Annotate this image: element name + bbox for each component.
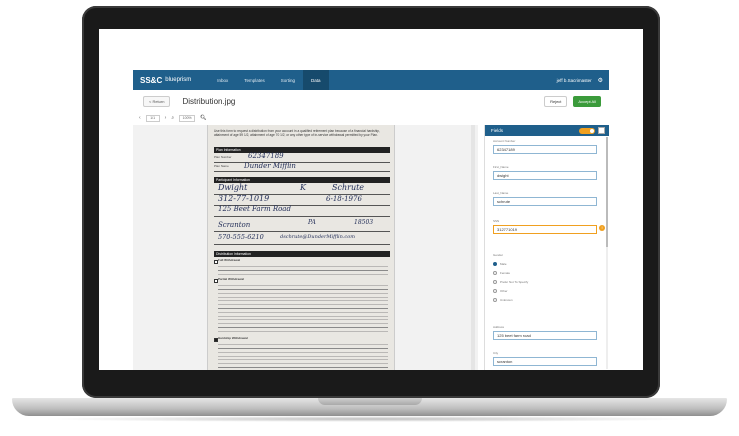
radio-label: Unknown: [500, 297, 513, 302]
user-menu[interactable]: jeff b.Sacrimaster ⚙: [557, 77, 603, 84]
fields-panel-title: Fields: [491, 128, 504, 133]
field-label: Account Number: [493, 139, 516, 143]
gender-option-other[interactable]: Other: [493, 286, 597, 295]
field-label: City: [493, 351, 499, 355]
first-name-input[interactable]: dwight: [493, 171, 597, 180]
first-name-handwritten: Dwight: [218, 183, 248, 192]
state-handwritten: PA: [308, 219, 316, 226]
field-gender: Gender Male Female Prefer Not To Specify…: [493, 253, 597, 304]
user-name: jeff b.Sacrimaster: [556, 77, 592, 83]
panel-expand-icon[interactable]: [598, 127, 605, 134]
gender-option-male[interactable]: Male: [493, 259, 597, 268]
nav-data[interactable]: Data: [303, 70, 329, 90]
radio-label: Male: [500, 261, 507, 266]
document-header: < Return Distribution.jpg Reject Accept …: [133, 92, 609, 110]
option-hardship-withdrawal: Hardship Withdrawal: [218, 336, 248, 340]
app-window: SS&C blueprism Inbox Templates Sorting D…: [99, 29, 643, 370]
phone-handwritten: 570-555-6210: [218, 233, 264, 241]
field-label: SSN: [493, 219, 500, 223]
account-number-input[interactable]: 62347189: [493, 145, 597, 154]
viewer-scrollbar[interactable]: [471, 125, 475, 370]
radio-label: Prefer Not To Specify: [500, 279, 529, 284]
zoom-in-icon[interactable]: 🔍︎: [200, 115, 206, 121]
plan-number-row: Plan Number: [214, 155, 390, 163]
city-input[interactable]: scranton: [493, 357, 597, 366]
field-label: Last_Name: [493, 191, 509, 195]
logo: SS&C blueprism: [140, 76, 191, 85]
field-account-number: Account Number 62347189: [493, 139, 597, 154]
gender-option-prefer-not[interactable]: Prefer Not To Specify: [493, 277, 597, 286]
last-name-input[interactable]: schrute: [493, 197, 597, 206]
radio-icon: [493, 270, 497, 275]
field-first-name: First_Name dwight: [493, 165, 597, 180]
gear-icon[interactable]: ⚙: [598, 77, 603, 84]
fields-toggle[interactable]: [579, 127, 595, 134]
zoom-out-icon[interactable]: ⌕: [171, 115, 174, 121]
fields-panel: Fields Account Number 62347189 First_Nam…: [484, 125, 609, 370]
reject-button[interactable]: Reject: [544, 95, 568, 107]
top-nav-bar: SS&C blueprism Inbox Templates Sorting D…: [133, 70, 609, 90]
fields-panel-header: Fields: [485, 125, 609, 136]
panel-scrollbar-thumb[interactable]: [606, 137, 608, 247]
nav-sorting[interactable]: Sorting: [273, 70, 303, 90]
gender-option-female[interactable]: Female: [493, 268, 597, 277]
chevron-right-icon[interactable]: ›: [165, 115, 167, 121]
zip-handwritten: 18503: [354, 219, 374, 226]
nav-templates[interactable]: Templates: [236, 70, 273, 90]
nav-inbox[interactable]: Inbox: [209, 70, 236, 90]
plan-name-row: Plan Name: [214, 164, 390, 172]
main-nav: Inbox Templates Sorting Data: [209, 70, 329, 90]
chevron-left-icon[interactable]: ‹: [139, 115, 141, 121]
section-distribution-information: Distribution Information: [214, 251, 390, 257]
field-label: Address: [493, 325, 505, 329]
panel-scrollbar[interactable]: [606, 137, 608, 369]
option-full-withdrawal: Full Withdrawal: [218, 258, 241, 262]
ssn-handwritten: 312-77-1019: [218, 194, 270, 203]
dob-handwritten: 6-18-1976: [326, 195, 362, 203]
laptop-shadow: [40, 416, 700, 422]
radio-label: Female: [500, 270, 511, 275]
field-ssn: SSN 312771019 !: [493, 219, 605, 234]
email-handwritten: dschrute@DunderMifflin.com: [280, 234, 355, 240]
address-handwritten: 125 Beet Farm Road: [218, 205, 291, 213]
logo-text: blueprism: [165, 77, 192, 83]
laptop-frame: SS&C blueprism Inbox Templates Sorting D…: [0, 0, 739, 436]
logo-mark: SS&C: [140, 75, 163, 85]
field-city: City scranton: [493, 351, 597, 366]
document-viewer[interactable]: Use this form to request a distribution …: [133, 125, 478, 370]
zoom-level[interactable]: 100%: [179, 114, 196, 122]
return-button[interactable]: < Return: [143, 95, 171, 107]
radio-icon: [493, 288, 497, 293]
full-withdrawal-text: [218, 264, 388, 276]
ssn-input[interactable]: 312771019: [493, 225, 597, 234]
option-partial-withdrawal: Partial Withdrawal: [218, 277, 244, 281]
plan-name-handwritten: Dunder Mifflin: [244, 162, 296, 170]
last-name-handwritten: Schrute: [332, 183, 365, 192]
warning-icon: !: [599, 225, 605, 231]
viewer-toolbar: ‹ 1/1 › ⌕ 100% 🔍︎: [139, 113, 207, 123]
radio-label: Other: [500, 288, 508, 293]
field-label: Gender: [493, 253, 504, 257]
section-plan-information: Plan Information: [214, 147, 390, 153]
page-title: Distribution.jpg: [182, 96, 236, 106]
radio-icon: [493, 279, 497, 284]
scanned-document: Use this form to request a distribution …: [207, 125, 395, 370]
accept-all-button[interactable]: Accept All: [573, 95, 601, 107]
radio-icon: [493, 297, 497, 302]
document-intro: Use this form to request a distribution …: [214, 129, 380, 137]
partial-withdrawal-text: [218, 283, 388, 335]
radio-selected-icon: [493, 261, 497, 266]
address-input[interactable]: 125 beet farm road: [493, 331, 597, 340]
field-last-name: Last_Name schrute: [493, 191, 597, 206]
field-address: Address 125 beet farm road: [493, 325, 597, 340]
hardship-withdrawal-text: [218, 342, 388, 370]
city-handwritten: Scranton: [218, 221, 251, 229]
laptop-notch: [318, 398, 422, 405]
plan-number-handwritten: 62347189: [248, 152, 284, 160]
middle-initial-handwritten: K: [300, 183, 306, 192]
field-label: First_Name: [493, 165, 509, 169]
gender-option-unknown[interactable]: Unknown: [493, 295, 597, 304]
page-number-input[interactable]: 1/1: [145, 114, 160, 122]
